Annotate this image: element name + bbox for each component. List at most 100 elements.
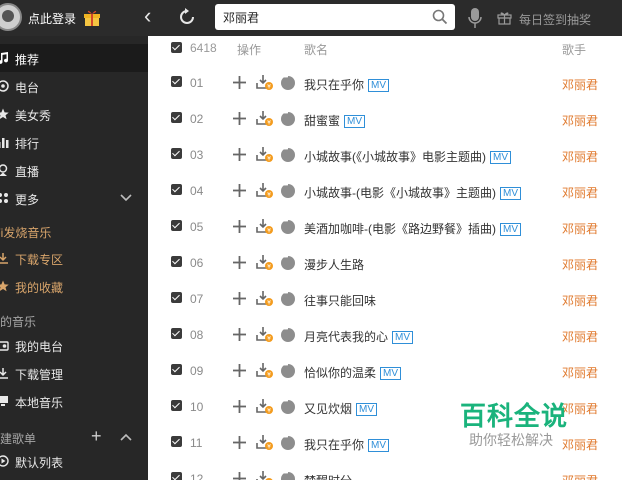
row-checkbox[interactable] bbox=[171, 112, 182, 123]
microphone-icon[interactable] bbox=[467, 6, 483, 30]
mv-badge[interactable]: MV bbox=[380, 367, 402, 380]
search-input[interactable] bbox=[223, 8, 423, 26]
table-row[interactable]: 06 ¥ 漫步人生路 邓丽君 bbox=[148, 245, 622, 281]
add-icon[interactable] bbox=[233, 292, 246, 305]
mv-badge[interactable]: MV bbox=[392, 331, 414, 344]
select-all-checkbox[interactable] bbox=[171, 42, 182, 53]
more-options-icon[interactable] bbox=[281, 398, 295, 414]
back-button[interactable]: ‹ bbox=[144, 5, 162, 28]
download-icon[interactable]: ¥ bbox=[256, 182, 274, 199]
mv-badge[interactable]: MV bbox=[368, 439, 390, 452]
more-options-icon[interactable] bbox=[281, 290, 295, 306]
artist-name[interactable]: 邓丽君 bbox=[562, 328, 598, 345]
chevron-up-icon[interactable] bbox=[120, 433, 132, 441]
song-title[interactable]: 我只在乎你 MV bbox=[304, 436, 390, 453]
sidebar-item-my-radio[interactable]: 我的电台 bbox=[0, 331, 148, 359]
table-row[interactable]: 03 ¥ 小城故事(《小城故事》电影主题曲) MV 邓丽君 bbox=[148, 137, 622, 173]
row-checkbox[interactable] bbox=[171, 328, 182, 339]
artist-name[interactable]: 邓丽君 bbox=[562, 472, 598, 480]
refresh-icon[interactable] bbox=[176, 6, 198, 28]
add-icon[interactable] bbox=[233, 436, 246, 449]
row-checkbox[interactable] bbox=[171, 76, 182, 87]
add-icon[interactable] bbox=[233, 472, 246, 480]
table-row[interactable]: 04 ¥ 小城故事-(电影《小城故事》主题曲) MV 邓丽君 bbox=[148, 173, 622, 209]
more-options-icon[interactable] bbox=[281, 74, 295, 90]
download-icon[interactable]: ¥ bbox=[256, 398, 274, 415]
mv-badge[interactable]: MV bbox=[356, 403, 378, 416]
gift-icon[interactable] bbox=[497, 10, 512, 25]
sidebar-item-default-list[interactable]: 默认列表 bbox=[0, 447, 148, 475]
more-options-icon[interactable] bbox=[281, 110, 295, 126]
gift-icon[interactable] bbox=[82, 7, 102, 27]
chevron-down-icon[interactable] bbox=[120, 194, 132, 202]
sidebar-item-beauty-show[interactable]: 美女秀 bbox=[0, 100, 148, 128]
sidebar-item-radio[interactable]: 电台 bbox=[0, 72, 148, 100]
table-row[interactable]: 12 ¥ 梦醒时分 邓丽君 bbox=[148, 461, 622, 480]
search-box[interactable] bbox=[215, 4, 455, 30]
song-title[interactable]: 小城故事-(电影《小城故事》主题曲) MV bbox=[304, 184, 521, 201]
add-icon[interactable] bbox=[233, 400, 246, 413]
table-row[interactable]: 05 ¥ 美酒加咖啡-(电影《路边野餐》插曲) MV 邓丽君 bbox=[148, 209, 622, 245]
header-artist[interactable]: 歌手 bbox=[562, 41, 586, 58]
add-icon[interactable] bbox=[233, 256, 246, 269]
mv-badge[interactable]: MV bbox=[500, 223, 521, 236]
more-options-icon[interactable] bbox=[281, 326, 295, 342]
mv-badge[interactable]: MV bbox=[500, 187, 521, 200]
row-checkbox[interactable] bbox=[171, 472, 182, 480]
sidebar-item-rank[interactable]: 排行 bbox=[0, 128, 148, 156]
sidebar-item-download-zone[interactable]: 下载专区 bbox=[0, 244, 148, 272]
add-icon[interactable] bbox=[233, 148, 246, 161]
more-options-icon[interactable] bbox=[281, 362, 295, 378]
mv-badge[interactable]: MV bbox=[344, 115, 366, 128]
song-title[interactable]: 甜蜜蜜 MV bbox=[304, 112, 366, 129]
song-title[interactable]: 梦醒时分 bbox=[304, 472, 352, 480]
sidebar-item-more[interactable]: 更多 bbox=[0, 184, 148, 212]
artist-name[interactable]: 邓丽君 bbox=[562, 364, 598, 381]
download-icon[interactable]: ¥ bbox=[256, 362, 274, 379]
add-icon[interactable] bbox=[233, 328, 246, 341]
daily-sign-link[interactable]: 每日签到抽奖 bbox=[519, 11, 591, 28]
artist-name[interactable]: 邓丽君 bbox=[562, 220, 598, 237]
more-options-icon[interactable] bbox=[281, 146, 295, 162]
song-title[interactable]: 我只在乎你 MV bbox=[304, 76, 390, 93]
row-checkbox[interactable] bbox=[171, 220, 182, 231]
download-icon[interactable]: ¥ bbox=[256, 74, 274, 91]
table-row[interactable]: 07 ¥ 往事只能回味 邓丽君 bbox=[148, 281, 622, 317]
song-title[interactable]: 小城故事(《小城故事》电影主题曲) MV bbox=[304, 148, 511, 165]
more-options-icon[interactable] bbox=[281, 254, 295, 270]
sidebar-item-live[interactable]: 直播 bbox=[0, 156, 148, 184]
add-icon[interactable] bbox=[233, 76, 246, 89]
download-icon[interactable]: ¥ bbox=[256, 470, 274, 480]
add-icon[interactable] bbox=[233, 364, 246, 377]
row-checkbox[interactable] bbox=[171, 436, 182, 447]
artist-name[interactable]: 邓丽君 bbox=[562, 112, 598, 129]
search-icon[interactable] bbox=[431, 8, 449, 26]
login-link[interactable]: 点此登录 bbox=[28, 10, 76, 27]
row-checkbox[interactable] bbox=[171, 184, 182, 195]
row-checkbox[interactable] bbox=[171, 400, 182, 411]
sidebar-item-favorites[interactable]: 我的收藏 bbox=[0, 272, 148, 300]
more-options-icon[interactable] bbox=[281, 182, 295, 198]
table-row[interactable]: 01 ¥ 我只在乎你MV 邓丽君 bbox=[148, 65, 622, 101]
more-options-icon[interactable] bbox=[281, 470, 295, 480]
sidebar-item-download-manage[interactable]: 下载管理 bbox=[0, 359, 148, 387]
add-icon[interactable] bbox=[233, 220, 246, 233]
sidebar-item-hifi[interactable]: HiFi发烧音乐 bbox=[0, 224, 51, 241]
song-title[interactable]: 恰似你的温柔 MV bbox=[304, 364, 402, 381]
avatar[interactable] bbox=[0, 3, 22, 31]
row-checkbox[interactable] bbox=[171, 364, 182, 375]
table-row[interactable]: 09 ¥ 恰似你的温柔MV 邓丽君 bbox=[148, 353, 622, 389]
artist-name[interactable]: 邓丽君 bbox=[562, 184, 598, 201]
mv-badge[interactable]: MV bbox=[490, 151, 511, 164]
table-row[interactable]: 08 ¥ 月亮代表我的心MV 邓丽君 bbox=[148, 317, 622, 353]
download-icon[interactable]: ¥ bbox=[256, 146, 274, 163]
artist-name[interactable]: 邓丽君 bbox=[562, 148, 598, 165]
download-icon[interactable]: ¥ bbox=[256, 254, 274, 271]
table-row[interactable]: 02 ¥ 甜蜜蜜MV 邓丽君 bbox=[148, 101, 622, 137]
mv-badge[interactable]: MV bbox=[368, 79, 390, 92]
song-title[interactable]: 漫步人生路 bbox=[304, 256, 364, 273]
header-song[interactable]: 歌名 bbox=[304, 41, 328, 58]
row-checkbox[interactable] bbox=[171, 292, 182, 303]
song-title[interactable]: 又见炊烟 MV bbox=[304, 400, 378, 417]
artist-name[interactable]: 邓丽君 bbox=[562, 256, 598, 273]
